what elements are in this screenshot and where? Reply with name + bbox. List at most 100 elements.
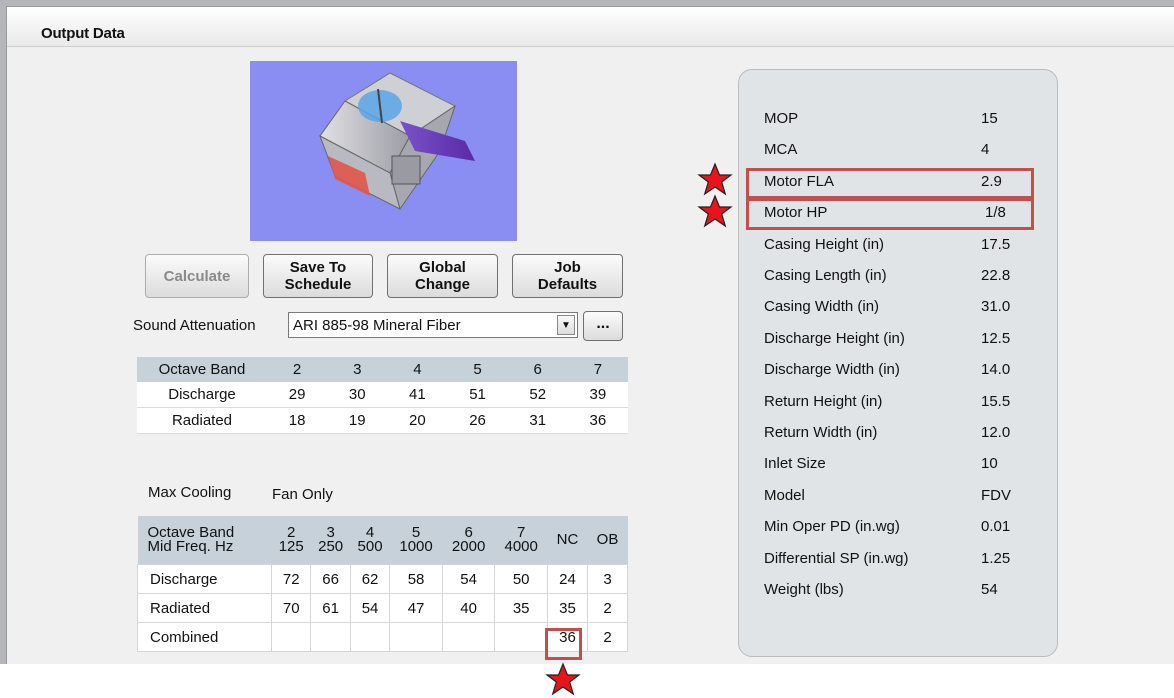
property-value: 15.5: [981, 393, 1011, 410]
table-cell: 70: [270, 593, 312, 623]
table-cell: 35: [547, 593, 588, 623]
octave-band-table: Octave Band 2 3 4 5 6 7 Discharge 29 30 …: [137, 357, 628, 434]
table-cell: 61: [310, 593, 351, 623]
header-cell: 2: [267, 357, 328, 382]
browse-button[interactable]: ...: [583, 311, 623, 341]
table-cell: 19: [327, 407, 388, 434]
table-cell: 29: [267, 382, 328, 408]
table-cell: 36: [567, 407, 628, 434]
table-row: Discharge 29 30 41 51 52 39: [137, 382, 628, 408]
table-cell: 31: [507, 407, 568, 434]
header-cell: 7 4000: [494, 516, 548, 565]
property-label: Casing Height (in): [764, 236, 885, 253]
sound-attenuation-select[interactable]: ARI 885-98 Mineral Fiber ▼: [288, 312, 578, 338]
table-cell: 62: [349, 564, 391, 594]
table-row: Discharge 72 66 62 58 54 50 24 3: [137, 564, 628, 594]
global-change-button[interactable]: Global Change: [387, 254, 498, 298]
table-cell: 72: [270, 564, 312, 594]
table-cell: [349, 622, 391, 652]
property-label: Weight (lbs): [764, 581, 844, 598]
table-header-row: Octave Band Mid Freq. Hz 2 125 3 250 4 5…: [137, 516, 628, 565]
header-cell: 5 1000: [389, 516, 443, 565]
header-cell: Octave Band Mid Freq. Hz: [137, 516, 272, 565]
header-cell: 4 500: [350, 516, 390, 565]
table-cell: 47: [389, 593, 443, 623]
calculate-button[interactable]: Calculate: [145, 254, 249, 298]
table-cell: 40: [441, 593, 496, 623]
table-cell: 35: [494, 593, 548, 623]
table-cell: 26: [447, 407, 508, 434]
header-cell: 7: [567, 357, 628, 382]
max-cooling-label: Max Cooling: [148, 484, 232, 501]
table-cell: 2: [587, 622, 628, 652]
property-value: FDV: [981, 487, 1011, 504]
header-cell: 2 125: [271, 516, 311, 565]
property-value: 14.0: [981, 361, 1011, 378]
property-label: Casing Width (in): [764, 298, 880, 315]
property-value: 12.0: [981, 424, 1011, 441]
property-label: Differential SP (in.wg): [764, 550, 909, 567]
row-label: Discharge: [137, 564, 272, 594]
property-value: 15: [981, 110, 998, 127]
table-cell: 52: [507, 382, 568, 408]
property-value: 17.5: [981, 236, 1011, 253]
table-cell: 66: [310, 564, 351, 594]
property-value: 0.01: [981, 518, 1011, 535]
dropdown-arrow-icon[interactable]: ▼: [557, 315, 575, 335]
table-cell: 24: [547, 564, 588, 594]
panel-title: Output Data: [41, 25, 125, 42]
table-cell: 18: [267, 407, 328, 434]
star-icon: [697, 194, 733, 228]
table-cell: 39: [567, 382, 628, 408]
table-header-row: Octave Band 2 3 4 5 6 7: [137, 357, 628, 382]
header-cell: Octave Band: [137, 357, 267, 382]
table-cell: 3: [587, 564, 628, 594]
panel-titlebar: Output Data: [7, 7, 1174, 47]
header-cell: NC: [547, 516, 588, 565]
header-cell: 3 250: [310, 516, 351, 565]
header-cell: 6: [507, 357, 568, 382]
table-cell: [389, 622, 443, 652]
table-cell: 20: [387, 407, 448, 434]
table-cell: 51: [447, 382, 508, 408]
table-cell: 30: [327, 382, 388, 408]
header-cell: 3: [327, 357, 388, 382]
row-label: Discharge: [137, 382, 267, 408]
header-cell: 4: [387, 357, 448, 382]
row-label: Radiated: [137, 593, 272, 623]
table-cell: [270, 622, 312, 652]
fan-box-3d-image: [319, 72, 475, 211]
property-value: 4: [981, 141, 990, 158]
property-label: Discharge Width (in): [764, 361, 900, 378]
property-label: Return Width (in): [764, 424, 878, 441]
table-cell: [494, 622, 548, 652]
table-row: Radiated 70 61 54 47 40 35 35 2: [137, 593, 628, 623]
table-cell: 50: [494, 564, 548, 594]
property-label: Inlet Size: [764, 455, 826, 472]
highlight-combined-nc: [545, 628, 582, 660]
property-label: Casing Length (in): [764, 267, 887, 284]
header-cell: 5: [447, 357, 508, 382]
property-value: 31.0: [981, 298, 1011, 315]
property-label: Return Height (in): [764, 393, 883, 410]
property-label: MCA: [764, 141, 798, 158]
property-label: Model: [764, 487, 805, 504]
save-to-schedule-button[interactable]: Save To Schedule: [263, 254, 373, 298]
header-cell: OB: [587, 516, 628, 565]
table-cell: [441, 622, 496, 652]
job-defaults-button[interactable]: Job Defaults: [512, 254, 623, 298]
table-cell: 2: [587, 593, 628, 623]
star-icon: [697, 162, 733, 196]
property-value: 54: [981, 581, 998, 598]
property-value: 22.8: [981, 267, 1011, 284]
table-cell: 41: [387, 382, 448, 408]
property-value: 12.5: [981, 330, 1011, 347]
property-value: 10: [981, 455, 998, 472]
table-cell: [310, 622, 351, 652]
property-value: 1.25: [981, 550, 1011, 567]
table-cell: 58: [389, 564, 443, 594]
sound-attenuation-label: Sound Attenuation: [133, 317, 256, 334]
property-label: MOP: [764, 110, 799, 127]
sound-attenuation-value: ARI 885-98 Mineral Fiber: [293, 317, 461, 334]
row-label: Radiated: [137, 407, 267, 434]
